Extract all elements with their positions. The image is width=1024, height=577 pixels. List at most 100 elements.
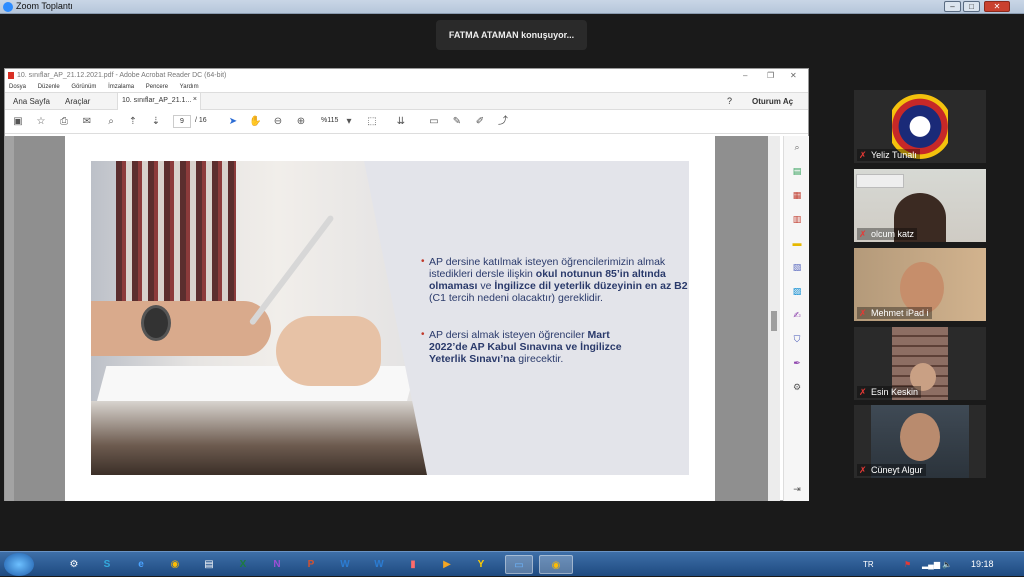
excel-icon[interactable]: X [233, 555, 253, 574]
file-explorer-icon[interactable]: ▤ [199, 555, 219, 574]
mic-muted-icon: ✗ [859, 150, 867, 160]
acrobat-restore-button[interactable]: ❐ [767, 69, 774, 82]
organize-pages-icon[interactable]: ▦ [791, 189, 803, 201]
zoom-window-title: Zoom Toplantı [16, 1, 73, 11]
media-player-icon[interactable]: ▶ [437, 555, 457, 574]
onenote-icon[interactable]: N [267, 555, 287, 574]
participant-tile[interactable]: ✗ Mehmet iPad i [854, 248, 986, 321]
pdf-app-icon[interactable]: ▮ [403, 555, 423, 574]
acrobat-close-button[interactable]: ✕ [790, 69, 797, 82]
tab-document[interactable]: 10. sınıflar_AP_21.1... × [117, 93, 201, 110]
toolbar: ▣ ☆ ⎙ ✉ ⌕ ⇡ ⇣ 9 / 16 ➤ ✋ ⊖ ⊕ %115 ▾ ⬚ ⇊ … [5, 110, 808, 134]
powerpoint-icon[interactable]: P [301, 555, 321, 574]
draw-icon[interactable]: ✐ [474, 116, 486, 128]
menu-help[interactable]: Yardım [180, 84, 199, 90]
pen [248, 214, 335, 326]
comment-icon[interactable]: ▭ [428, 116, 440, 128]
menu-edit[interactable]: Düzenle [38, 84, 60, 90]
participant-name: ✗ Mehmet iPad i [857, 307, 932, 319]
clock[interactable]: 19:18 [971, 559, 994, 569]
maximize-button[interactable]: □ [963, 1, 980, 12]
select-cursor-icon[interactable]: ➤ [227, 116, 239, 128]
comment-icon[interactable]: ▬ [791, 237, 803, 249]
export-pdf-icon[interactable]: ▥ [791, 213, 803, 225]
create-pdf-icon[interactable]: ▤ [791, 165, 803, 177]
scrollbar-thumb[interactable] [771, 311, 777, 331]
protect-icon[interactable]: ⛉ [791, 333, 803, 345]
minimize-button[interactable]: – [944, 1, 961, 12]
tab-home[interactable]: Ana Sayfa [13, 97, 50, 106]
zoom-taskbar-icon[interactable]: ▭ [505, 555, 533, 574]
participant-name-text: Yeliz Tunalı [871, 150, 917, 160]
search-icon[interactable]: ⌕ [105, 116, 117, 128]
mic-muted-icon: ✗ [859, 387, 867, 397]
mic-muted-icon: ✗ [859, 308, 867, 318]
help-icon[interactable]: ? [727, 96, 732, 106]
search-icon[interactable]: ⌕ [791, 141, 803, 153]
plaid-shirt [116, 161, 236, 311]
zoom-out-icon[interactable]: ⊖ [272, 116, 284, 128]
menu-window[interactable]: Pencere [146, 84, 168, 90]
participant-tile[interactable]: ✗ Esin Keskin [854, 327, 986, 400]
zoom-dropdown-icon[interactable]: ▾ [343, 116, 355, 128]
zoom-in-icon[interactable]: ⊕ [295, 116, 307, 128]
page-down-icon[interactable]: ⇣ [150, 116, 162, 128]
vertical-scrollbar[interactable] [768, 136, 780, 501]
highlight-pen-icon[interactable]: ✎ [451, 116, 463, 128]
acrobat-minimize-button[interactable]: – [743, 69, 747, 82]
menu-sign[interactable]: İmzalama [108, 84, 134, 90]
zoom-level-select[interactable]: %115 [321, 117, 338, 124]
volume-icon[interactable]: 🔈 [942, 560, 952, 569]
participant-tile[interactable]: ✗ Cüneyt Algur [854, 405, 986, 478]
network-icon[interactable]: ▂▄▆ [922, 560, 940, 569]
participant-tile[interactable]: ✗ Yeliz Tunalı [854, 90, 986, 163]
alert-icon[interactable]: ⚑ [904, 560, 911, 569]
sign-icon[interactable]: ✒ [791, 357, 803, 369]
yandex-icon[interactable]: Y [471, 555, 491, 574]
tab-close-icon[interactable]: × [193, 96, 197, 103]
menu-file[interactable]: Dosya [9, 84, 26, 90]
close-button[interactable]: ✕ [984, 1, 1010, 12]
word-doc-icon[interactable]: W [369, 555, 389, 574]
menu-bar: Dosya Düzenle Görünüm İmzalama Pencere Y… [5, 82, 808, 92]
menu-view[interactable]: Görünüm [71, 84, 96, 90]
language-indicator[interactable]: TR [863, 560, 874, 569]
tab-tools[interactable]: Araçlar [65, 97, 90, 106]
document-viewport[interactable]: • AP dersine katılmak isteyen öğrenciler… [5, 136, 780, 501]
start-button[interactable] [4, 553, 34, 576]
bullet-icon: • [421, 329, 425, 340]
collapse-pane-icon[interactable]: ⇥ [791, 483, 803, 495]
compress-icon[interactable]: ▨ [791, 285, 803, 297]
hand [276, 316, 381, 386]
acrobat-window: 10. sınıflar_AP_21.12.2021.pdf - Adobe A… [4, 68, 809, 501]
bookmark-star-icon[interactable]: ☆ [35, 116, 47, 128]
taskbar-app-icon[interactable]: ⚙ [64, 555, 84, 574]
more-tools-icon[interactable]: ⚙ [791, 381, 803, 393]
save-icon[interactable]: ▣ [12, 116, 24, 128]
fill-sign-icon[interactable]: ✍ [791, 309, 803, 321]
chrome-icon[interactable]: ◉ [165, 555, 185, 574]
zoom-title-bar: Zoom Toplantı – □ ✕ [0, 0, 1024, 14]
send-icon[interactable]: ▧ [791, 261, 803, 273]
email-icon[interactable]: ✉ [81, 116, 93, 128]
print-icon[interactable]: ⎙ [58, 116, 70, 128]
tab-bar: Ana Sayfa Araçlar 10. sınıflar_AP_21.1..… [5, 92, 808, 110]
pdf-page: • AP dersine katılmak isteyen öğrenciler… [65, 136, 715, 501]
participant-name-text: Mehmet iPad i [871, 308, 929, 318]
word-icon[interactable]: W [335, 555, 355, 574]
skype-icon[interactable]: S [97, 555, 117, 574]
fit-page-icon[interactable]: ⬚ [366, 116, 378, 128]
left-panel-toggle[interactable] [5, 136, 14, 501]
wristwatch [141, 305, 171, 341]
scroll-mode-icon[interactable]: ⇊ [395, 116, 407, 128]
edge-icon[interactable]: e [131, 555, 151, 574]
share-icon[interactable]: ⤴ [497, 116, 509, 128]
page-up-icon[interactable]: ⇡ [127, 116, 139, 128]
chrome-taskbar-icon[interactable]: ◉ [539, 555, 573, 574]
signin-button[interactable]: Oturum Aç [752, 97, 793, 106]
page-number-input[interactable]: 9 [173, 115, 191, 128]
participant-tile[interactable]: ✗ olcum katz [854, 169, 986, 242]
hand-tool-icon[interactable]: ✋ [249, 116, 261, 128]
slide: • AP dersine katılmak isteyen öğrenciler… [91, 161, 689, 475]
participant-name: ✗ Yeliz Tunalı [857, 149, 920, 161]
